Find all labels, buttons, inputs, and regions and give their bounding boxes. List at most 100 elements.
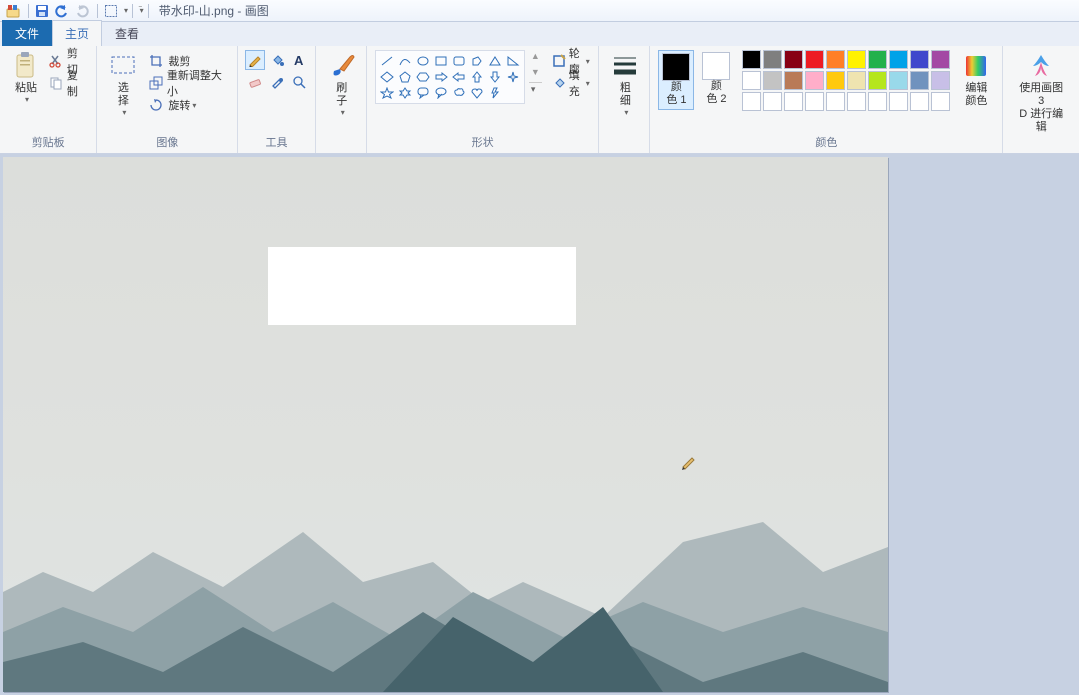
color-swatch[interactable] <box>784 71 803 90</box>
color-swatch[interactable] <box>805 50 824 69</box>
color-swatch[interactable] <box>784 92 803 111</box>
color-swatch[interactable] <box>742 50 761 69</box>
brush-button[interactable]: 刷 子 ▾ <box>324 50 360 119</box>
color-swatch[interactable] <box>805 92 824 111</box>
group-colors: 颜 色 1 颜 色 2 编辑 颜色 颜色 <box>650 46 1003 153</box>
edit-colors-button[interactable]: 编辑 颜色 <box>958 50 994 110</box>
edit-colors-label: 编辑 颜色 <box>965 82 987 108</box>
color2-button[interactable]: 颜 色 2 <box>698 50 734 108</box>
brush-label: 刷 子 <box>336 82 347 108</box>
color-swatch[interactable] <box>889 92 908 111</box>
color-swatch[interactable] <box>847 71 866 90</box>
shape-callrect[interactable] <box>415 86 431 100</box>
color-swatch[interactable] <box>889 71 908 90</box>
qat-customize-icon[interactable]: ‾▾ <box>139 6 142 15</box>
shape-calloval[interactable] <box>433 86 449 100</box>
qat-separator-3 <box>132 4 133 18</box>
shape-curve[interactable] <box>397 54 413 68</box>
undo-icon[interactable] <box>53 2 71 20</box>
color-swatch[interactable] <box>847 92 866 111</box>
paste-drop-icon: ▾ <box>25 95 29 104</box>
shape-roundrect[interactable] <box>451 54 467 68</box>
shape-polygon[interactable] <box>469 54 485 68</box>
fill-drop-icon: ▾ <box>586 79 590 88</box>
color1-label: 颜 色 1 <box>666 81 686 107</box>
color-swatch[interactable] <box>931 92 950 111</box>
shapes-gallery[interactable] <box>378 53 522 101</box>
magnifier-tool[interactable] <box>289 72 309 92</box>
qat-selection-icon[interactable] <box>102 2 120 20</box>
color-swatch[interactable] <box>868 71 887 90</box>
shape-arrowr[interactable] <box>433 70 449 84</box>
canvas-workspace <box>0 154 1079 695</box>
shape-rect[interactable] <box>433 54 449 68</box>
paste-button[interactable]: 粘贴 ▾ <box>8 50 44 106</box>
color-swatch[interactable] <box>826 71 845 90</box>
color-swatch[interactable] <box>868 50 887 69</box>
color-palette[interactable] <box>742 50 950 111</box>
eraser-tool[interactable] <box>245 72 265 92</box>
tab-home[interactable]: 主页 <box>52 20 102 46</box>
fill-tool[interactable] <box>267 50 287 70</box>
text-tool[interactable]: A <box>289 50 309 70</box>
app-icon <box>4 2 22 20</box>
color-swatch[interactable] <box>826 50 845 69</box>
redo-icon[interactable] <box>73 2 91 20</box>
shape-hexagon[interactable] <box>415 70 431 84</box>
color-swatch[interactable] <box>742 92 761 111</box>
paint3d-button[interactable]: 使用画图 3 D 进行编辑 <box>1011 50 1071 136</box>
shape-oval[interactable] <box>415 54 431 68</box>
picker-tool[interactable] <box>267 72 287 92</box>
paint3d-icon <box>1027 52 1055 80</box>
select-button[interactable]: 选 择 ▾ <box>105 50 141 119</box>
pencil-tool[interactable] <box>245 50 265 70</box>
size-label: 粗 细 <box>620 82 631 108</box>
shapes-scroll-up[interactable]: ▲ <box>529 50 542 62</box>
color-swatch[interactable] <box>910 71 929 90</box>
shape-diamond[interactable] <box>379 70 395 84</box>
tab-file[interactable]: 文件 <box>2 20 52 46</box>
color-swatch[interactable] <box>868 92 887 111</box>
color1-button[interactable]: 颜 色 1 <box>658 50 694 110</box>
color-swatch[interactable] <box>889 50 908 69</box>
copy-button[interactable]: 复制 <box>46 72 88 94</box>
shape-heart[interactable] <box>469 86 485 100</box>
shape-line[interactable] <box>379 54 395 68</box>
resize-button[interactable]: 重新调整大小 <box>145 72 229 94</box>
tab-view[interactable]: 查看 <box>102 20 152 46</box>
shape-arrowl[interactable] <box>451 70 467 84</box>
color1-swatch <box>662 53 690 81</box>
shape-arrowu[interactable] <box>469 70 485 84</box>
rotate-button[interactable]: 旋转 ▾ <box>145 94 229 116</box>
color-swatch[interactable] <box>805 71 824 90</box>
fill-button[interactable]: 填充 ▾ <box>550 72 592 94</box>
shapes-scroll-down[interactable]: ▼ <box>529 66 542 78</box>
color-swatch[interactable] <box>763 50 782 69</box>
shape-star5[interactable] <box>379 86 395 100</box>
shape-pentagon[interactable] <box>397 70 413 84</box>
color-swatch[interactable] <box>784 50 803 69</box>
outline-icon <box>552 52 566 70</box>
save-icon[interactable] <box>33 2 51 20</box>
color-swatch[interactable] <box>763 92 782 111</box>
shape-lightning[interactable] <box>487 86 503 100</box>
shape-star4[interactable] <box>505 70 521 84</box>
group-clipboard: 粘贴 ▾ 剪切 复制 剪贴板 <box>0 46 97 153</box>
color-swatch[interactable] <box>763 71 782 90</box>
canvas[interactable] <box>3 157 888 692</box>
size-button[interactable]: 粗 细 ▾ <box>607 50 643 119</box>
color-swatch[interactable] <box>826 92 845 111</box>
color-swatch[interactable] <box>910 92 929 111</box>
color-swatch[interactable] <box>847 50 866 69</box>
color-swatch[interactable] <box>910 50 929 69</box>
shape-rtriangle[interactable] <box>505 54 521 68</box>
shape-arrowd[interactable] <box>487 70 503 84</box>
shape-triangle[interactable] <box>487 54 503 68</box>
shape-callcloud[interactable] <box>451 86 467 100</box>
qat-dropdown-icon[interactable]: ▾ <box>124 6 128 15</box>
color-swatch[interactable] <box>931 50 950 69</box>
color-swatch[interactable] <box>931 71 950 90</box>
shape-star6[interactable] <box>397 86 413 100</box>
shapes-expand[interactable]: ▾ <box>529 82 542 96</box>
color-swatch[interactable] <box>742 71 761 90</box>
